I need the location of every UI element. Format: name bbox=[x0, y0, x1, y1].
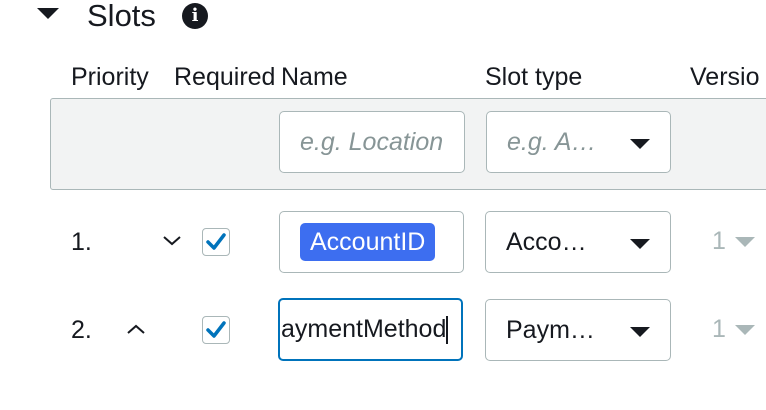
required-checkbox-2[interactable] bbox=[202, 316, 230, 344]
slot-name-input-1[interactable]: AccountID bbox=[279, 211, 464, 273]
version-caret-icon[interactable] bbox=[735, 237, 755, 247]
slot-priority-2: 2. bbox=[71, 316, 92, 344]
column-header-required: Required bbox=[174, 63, 276, 91]
chevron-down-icon[interactable] bbox=[161, 226, 183, 256]
slot-type-select-2[interactable]: Paym… bbox=[485, 299, 671, 361]
column-header-version: Versio bbox=[690, 63, 760, 91]
dropdown-caret-icon bbox=[630, 239, 650, 249]
checkmark-icon bbox=[206, 321, 226, 338]
new-slot-type-select[interactable]: e.g. A… bbox=[486, 111, 671, 173]
slot-name-input-2[interactable]: aymentMethod bbox=[278, 298, 463, 361]
chevron-up-icon[interactable] bbox=[125, 315, 147, 345]
slot-name-1: AccountID bbox=[300, 223, 436, 261]
dropdown-caret-icon bbox=[630, 139, 650, 149]
column-header-name: Name bbox=[281, 63, 348, 91]
new-slot-type-placeholder: e.g. A… bbox=[507, 128, 597, 156]
slot-version-2[interactable]: 1 bbox=[712, 314, 726, 344]
column-header-slot-type: Slot type bbox=[485, 63, 583, 91]
checkmark-icon bbox=[206, 233, 226, 250]
slot-type-2: Paym… bbox=[506, 316, 595, 344]
slot-name-2: aymentMethod bbox=[281, 315, 447, 343]
slot-version-1[interactable]: 1 bbox=[712, 226, 726, 256]
new-slot-name-placeholder: e.g. Location bbox=[300, 128, 444, 156]
column-header-priority: Priority bbox=[71, 63, 149, 91]
info-icon[interactable]: i bbox=[182, 3, 208, 29]
slot-type-select-1[interactable]: Acco… bbox=[485, 211, 671, 273]
version-caret-icon[interactable] bbox=[735, 325, 755, 335]
collapse-caret-icon[interactable] bbox=[37, 8, 59, 19]
section-title: Slots bbox=[87, 0, 156, 33]
slot-priority-1: 1. bbox=[71, 228, 92, 256]
new-slot-name-input[interactable]: e.g. Location bbox=[279, 111, 465, 173]
text-cursor bbox=[446, 316, 449, 345]
dropdown-caret-icon bbox=[630, 327, 650, 337]
slot-type-1: Acco… bbox=[506, 228, 587, 256]
required-checkbox-1[interactable] bbox=[202, 228, 230, 256]
